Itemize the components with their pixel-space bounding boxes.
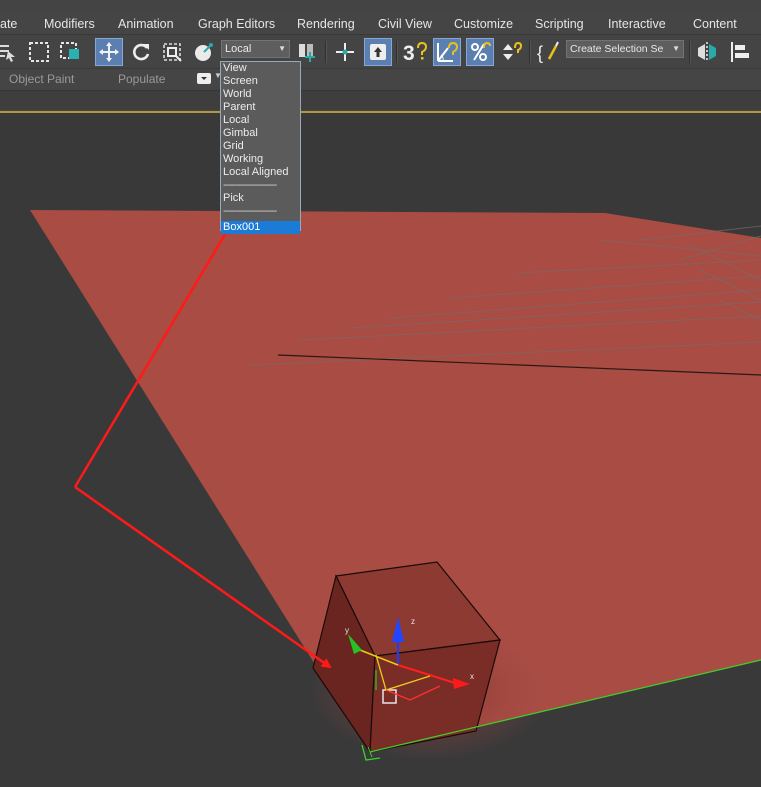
option-screen[interactable]: Screen bbox=[221, 75, 300, 88]
angle-snap-toggle-icon[interactable] bbox=[433, 38, 461, 66]
menu-civil-view[interactable]: Civil View bbox=[378, 14, 432, 34]
menu-animation[interactable]: Animation bbox=[118, 14, 174, 34]
option-grid[interactable]: Grid bbox=[221, 140, 300, 153]
menu-interactive[interactable]: Interactive bbox=[608, 14, 666, 34]
select-by-name-icon[interactable] bbox=[0, 38, 20, 66]
menu-content[interactable]: Content bbox=[693, 14, 737, 34]
svg-text:x: x bbox=[470, 672, 474, 681]
menu-modifiers[interactable]: Modifiers bbox=[44, 14, 95, 34]
option-gimbal[interactable]: Gimbal bbox=[221, 127, 300, 140]
dropdown-separator: -------------------- bbox=[223, 205, 277, 217]
menu-customize[interactable]: Customize bbox=[454, 14, 513, 34]
option-local[interactable]: Local bbox=[221, 114, 300, 127]
ribbon-minimize-icon[interactable] bbox=[197, 73, 211, 84]
select-and-place-icon[interactable] bbox=[190, 38, 218, 66]
option-world[interactable]: World bbox=[221, 88, 300, 101]
toolbar-separator bbox=[529, 41, 531, 63]
menu-rendering[interactable]: Rendering bbox=[297, 14, 355, 34]
ribbon-bar: Object Paint Populate ▼ bbox=[0, 69, 761, 91]
option-pick[interactable]: Pick bbox=[221, 192, 300, 205]
toolbar-separator bbox=[689, 41, 691, 63]
svg-text:z: z bbox=[411, 617, 415, 626]
select-and-move-icon[interactable] bbox=[95, 38, 123, 66]
svg-text:{: { bbox=[537, 43, 543, 63]
svg-text:y: y bbox=[345, 626, 349, 635]
rectangular-selection-icon[interactable] bbox=[25, 38, 53, 66]
perspective-viewport[interactable]: z y x bbox=[0, 113, 761, 787]
dropdown-separator: -------------------- bbox=[223, 179, 277, 191]
svg-text:3: 3 bbox=[403, 42, 415, 64]
select-and-manipulate-icon[interactable] bbox=[331, 38, 359, 66]
window-crossing-icon[interactable] bbox=[56, 38, 84, 66]
align-icon[interactable] bbox=[726, 38, 754, 66]
viewport-scene: z y x bbox=[30, 210, 761, 761]
menu-create[interactable]: ate bbox=[0, 14, 17, 34]
snaps-toggle-icon[interactable]: 3 bbox=[400, 38, 428, 66]
menu-graph-editors[interactable]: Graph Editors bbox=[198, 14, 275, 34]
percent-snap-toggle-icon[interactable] bbox=[466, 38, 494, 66]
menubar-top-edge bbox=[0, 0, 761, 14]
mirror-icon[interactable] bbox=[693, 38, 721, 66]
option-local-aligned[interactable]: Local Aligned bbox=[221, 166, 300, 179]
toolbar-separator bbox=[396, 41, 398, 63]
option-parent[interactable]: Parent bbox=[221, 101, 300, 114]
edit-named-selection-sets-icon[interactable]: { bbox=[534, 38, 562, 66]
reference-coord-system-dropdown[interactable]: Local ▼ bbox=[221, 40, 290, 58]
menu-scripting[interactable]: Scripting bbox=[535, 14, 584, 34]
toolbar-separator bbox=[325, 41, 327, 63]
spinner-snap-toggle-icon[interactable] bbox=[498, 38, 526, 66]
ribbon-tab-object-paint[interactable]: Object Paint bbox=[9, 72, 74, 86]
ribbon-tab-populate[interactable]: Populate bbox=[118, 72, 165, 86]
keyboard-shortcut-override-icon[interactable] bbox=[364, 38, 392, 66]
option-view[interactable]: View bbox=[221, 62, 300, 75]
option-working[interactable]: Working bbox=[221, 153, 300, 166]
select-and-scale-icon[interactable] bbox=[158, 38, 186, 66]
main-toolbar: Local ▼ 3 { Create Selection Se ▼ bbox=[0, 35, 761, 69]
ref-coord-dropdown-list: View Screen World Parent Local Gimbal Gr… bbox=[220, 61, 301, 234]
named-selection-sets-dropdown[interactable]: Create Selection Se ▼ bbox=[566, 40, 684, 58]
option-box001[interactable]: Box001 bbox=[221, 221, 300, 234]
select-and-rotate-icon[interactable] bbox=[127, 38, 155, 66]
ribbon-panel-strip bbox=[0, 91, 761, 110]
